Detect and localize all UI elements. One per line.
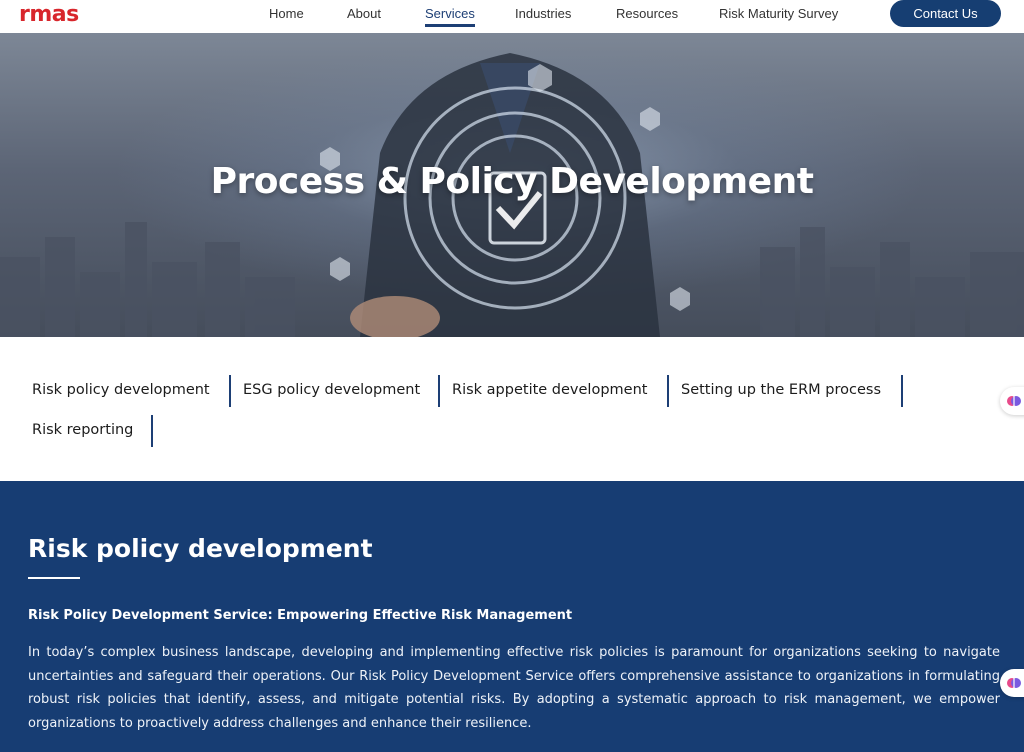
tab-risk-appetite-development[interactable]: Risk appetite development xyxy=(452,382,647,398)
top-navbar: rmas Home About Services Industries Reso… xyxy=(0,0,1024,33)
tab-risk-policy-development[interactable]: Risk policy development xyxy=(32,382,210,398)
section-subheading: Risk Policy Development Service: Empower… xyxy=(28,608,573,623)
page-title: Process & Policy Development xyxy=(210,161,814,202)
title-underline xyxy=(28,577,80,579)
brain-icon xyxy=(1007,678,1021,688)
tab-setting-up-erm-process[interactable]: Setting up the ERM process xyxy=(681,382,881,398)
tab-divider xyxy=(229,375,231,407)
assistant-widget-button[interactable] xyxy=(1000,387,1024,415)
contact-us-button[interactable]: Contact Us xyxy=(890,0,1001,27)
tab-divider xyxy=(667,375,669,407)
service-tabs: Risk policy development ESG policy devel… xyxy=(0,337,1024,481)
nav-industries[interactable]: Industries xyxy=(515,6,571,21)
tab-risk-reporting[interactable]: Risk reporting xyxy=(32,422,133,438)
brain-icon xyxy=(1007,396,1021,406)
hero-banner: Process & Policy Development xyxy=(0,33,1024,337)
nav-about[interactable]: About xyxy=(347,6,381,21)
service-detail-section: Risk policy development Risk Policy Deve… xyxy=(0,481,1024,752)
tab-divider xyxy=(901,375,903,407)
logo-text: rmas xyxy=(19,2,79,27)
tab-divider xyxy=(151,415,153,447)
tab-esg-policy-development[interactable]: ESG policy development xyxy=(243,382,420,398)
section-title: Risk policy development xyxy=(28,534,373,563)
section-body-text: In today’s complex business landscape, d… xyxy=(28,645,1000,731)
nav-risk-maturity-survey[interactable]: Risk Maturity Survey xyxy=(719,6,838,21)
logo[interactable]: rmas xyxy=(19,2,79,27)
nav-services[interactable]: Services xyxy=(425,6,475,27)
nav-resources[interactable]: Resources xyxy=(616,6,678,21)
tab-divider xyxy=(438,375,440,407)
nav-home[interactable]: Home xyxy=(269,6,304,21)
assistant-widget-button[interactable] xyxy=(1000,669,1024,697)
